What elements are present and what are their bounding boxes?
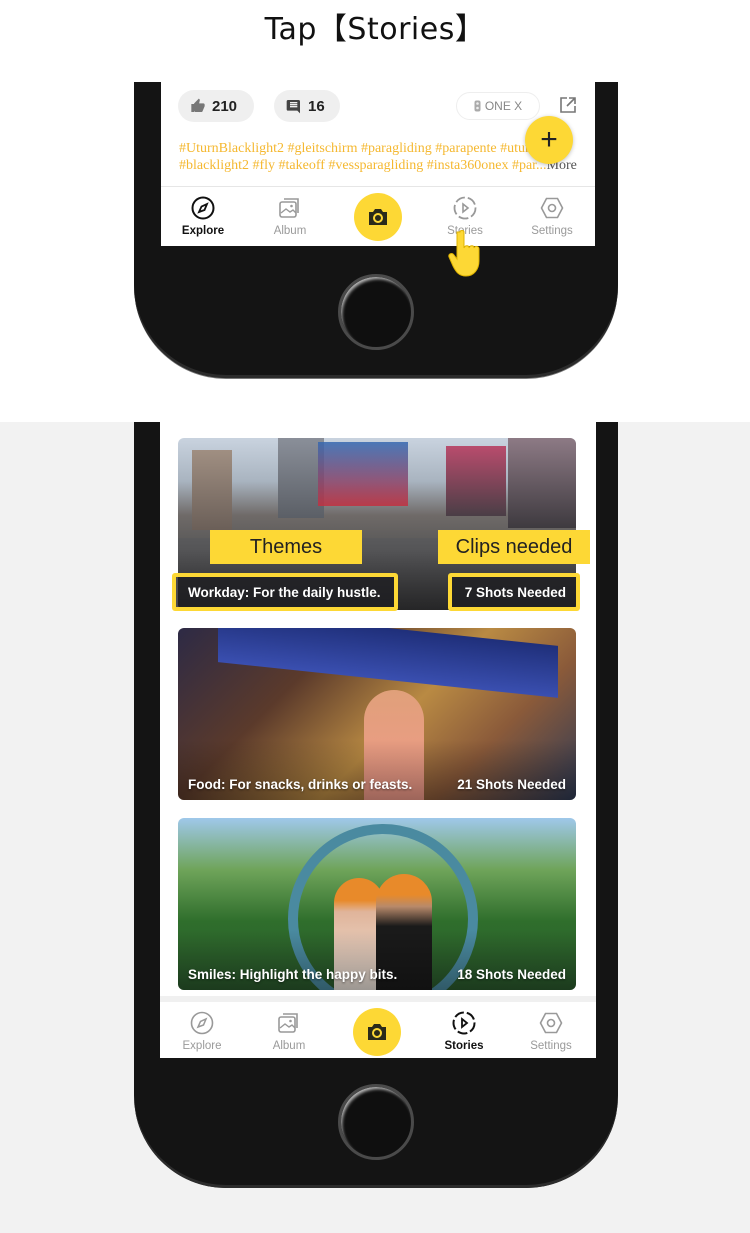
stories-play-icon xyxy=(452,1011,476,1035)
photo-detail xyxy=(192,450,232,530)
photo-detail xyxy=(218,628,558,698)
photo-detail xyxy=(508,438,576,528)
screen-explore: 210 16 ONE X #UturnBlacklight2 #gleitsch… xyxy=(161,82,595,246)
thumbs-up-icon xyxy=(191,98,205,112)
tab-explore[interactable]: Explore xyxy=(163,195,243,237)
tab-explore-label: Explore xyxy=(181,225,225,237)
home-button[interactable] xyxy=(338,1084,414,1160)
like-count: 210 xyxy=(212,97,238,115)
home-button[interactable] xyxy=(338,274,414,350)
photo-detail xyxy=(446,446,506,516)
bottom-tab-bar: Explore Album Stories Settings xyxy=(160,996,596,1058)
instruction-title: Tap【Stories】 xyxy=(264,12,486,47)
tab-settings-label: Settings xyxy=(530,1040,572,1052)
camera-device-icon xyxy=(474,100,481,112)
camera-model-badge[interactable]: ONE X xyxy=(456,92,540,120)
photo-detail xyxy=(318,442,408,506)
settings-hexagon-icon xyxy=(539,1012,563,1034)
stories-play-icon xyxy=(453,196,477,220)
clips-needed-annotation-label: Clips needed xyxy=(438,530,590,564)
camera-button[interactable] xyxy=(353,1008,401,1056)
bottom-tab-bar: Explore Album Stories Settings xyxy=(161,186,595,246)
hashtags-line-1: #UturnBlacklight2 #gleitschirm #paraglid… xyxy=(179,141,530,156)
comment-count: 16 xyxy=(308,97,325,115)
comment-button[interactable]: 16 xyxy=(274,90,340,122)
story-card[interactable]: Smiles: Highlight the happy bits. 18 Sho… xyxy=(178,818,576,990)
story-theme: Workday: For the daily hustle. xyxy=(188,585,381,600)
compass-icon xyxy=(190,1011,214,1035)
tab-explore[interactable]: Explore xyxy=(162,1010,242,1052)
tab-settings[interactable]: Settings xyxy=(512,195,592,237)
story-shots-needed: 7 Shots Needed xyxy=(464,585,566,600)
camera-button[interactable] xyxy=(354,193,402,241)
tab-stories[interactable]: Stories xyxy=(424,1010,504,1052)
add-fab-button[interactable]: + xyxy=(525,116,573,164)
settings-hexagon-icon xyxy=(540,197,564,219)
story-theme: Food: For snacks, drinks or feasts. xyxy=(188,777,413,792)
camera-model-label: ONE X xyxy=(484,99,523,113)
theme-highlight-box: Workday: For the daily hustle. xyxy=(172,573,398,611)
album-icon xyxy=(279,198,299,218)
tutorial-page: Tap【Stories】 210 16 ONE X #UturnBlacklig… xyxy=(0,0,750,1233)
share-icon[interactable] xyxy=(558,95,578,115)
hashtags-line-2: #blacklight2 #fly #takeoff #vessparaglid… xyxy=(179,158,547,173)
screen-stories: Food: For snacks, drinks or feasts. 21 S… xyxy=(160,422,596,1058)
tab-album-label: Album xyxy=(273,225,307,237)
shots-highlight-box: 7 Shots Needed xyxy=(448,573,580,611)
plus-icon: + xyxy=(540,123,558,156)
story-theme: Smiles: Highlight the happy bits. xyxy=(188,967,398,982)
camera-icon xyxy=(369,209,387,225)
tab-album[interactable]: Album xyxy=(250,195,330,237)
story-shots-needed: 18 Shots Needed xyxy=(457,967,566,982)
themes-annotation-label: Themes xyxy=(210,530,362,564)
tab-stories-label: Stories xyxy=(444,1040,484,1052)
phone-frame-step1: 210 16 ONE X #UturnBlacklight2 #gleitsch… xyxy=(134,82,618,378)
tab-settings[interactable]: Settings xyxy=(511,1010,591,1052)
tab-explore-label: Explore xyxy=(182,1040,222,1052)
story-card[interactable]: Food: For snacks, drinks or feasts. 21 S… xyxy=(178,628,576,800)
like-button[interactable]: 210 xyxy=(178,90,254,122)
post-hashtags: #UturnBlacklight2 #gleitschirm #paraglid… xyxy=(179,140,579,174)
hand-pointer-icon xyxy=(448,230,480,277)
compass-icon xyxy=(191,196,215,220)
tab-album-label: Album xyxy=(272,1040,306,1052)
story-shots-needed: 21 Shots Needed xyxy=(457,777,566,792)
tab-settings-label: Settings xyxy=(531,225,573,237)
comment-icon xyxy=(286,100,300,114)
album-icon xyxy=(278,1013,298,1033)
tab-album[interactable]: Album xyxy=(249,1010,329,1052)
camera-icon xyxy=(368,1024,386,1040)
